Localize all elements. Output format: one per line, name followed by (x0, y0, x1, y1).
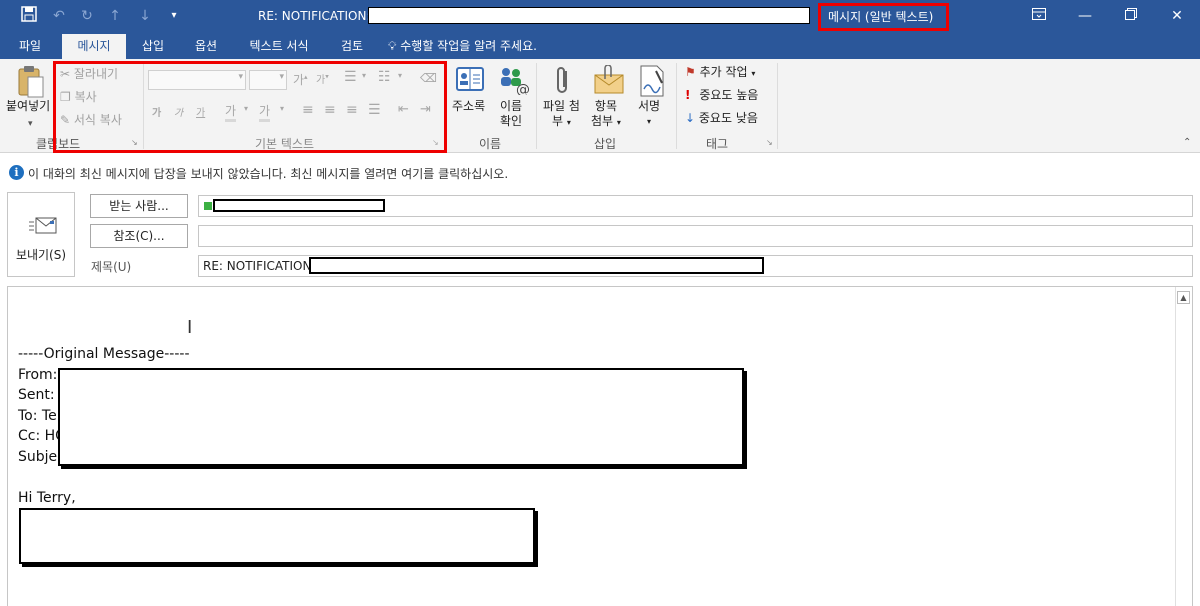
signature-line1: 서명 (638, 99, 661, 113)
minimize-icon[interactable]: — (1062, 2, 1108, 30)
tab-format-text[interactable]: 텍스트 서식 (234, 34, 324, 59)
paste-dropdown-icon[interactable]: ▾ (28, 117, 33, 132)
paperclip-icon[interactable] (553, 65, 573, 100)
attach-file-line1: 파일 첨 (543, 99, 580, 113)
customize-icon[interactable]: ▾ (163, 6, 185, 26)
exclamation-icon: ! (685, 88, 691, 102)
attach-item-icon[interactable] (593, 64, 625, 98)
vertical-scrollbar[interactable]: ▲ (1175, 287, 1192, 606)
address-book-icon[interactable] (455, 65, 485, 96)
message-format-label: 메시지 (일반 텍스트) (818, 3, 949, 31)
tell-me-label: 수행할 작업을 알려 주세요. (400, 39, 537, 53)
check-names-icon[interactable]: @ (497, 65, 530, 98)
attach-file-line2-text: 부 (552, 114, 564, 128)
body-line: Hi Terry, (18, 490, 76, 506)
ribbon-tabs: 파일 메시지 삽입 옵션 텍스트 서식 검토 💡︎ 수행할 작업을 알려 주세요… (0, 34, 1200, 59)
flag-icon: ⚑ (685, 65, 696, 79)
info-message[interactable]: 이 대화의 최신 메시지에 답장을 보내지 않았습니다. 최신 메시지를 열려면… (28, 165, 508, 182)
signature-label[interactable]: 서명 ▾ (638, 99, 660, 129)
attach-item-line1: 항목 (594, 99, 618, 113)
group-label-names: 이름 (479, 137, 502, 151)
group-label-include: 삽입 (594, 137, 617, 151)
redacted-headers (58, 368, 744, 466)
undo-icon[interactable]: ↶ (48, 6, 70, 26)
cc-button[interactable]: 참조(C)... (90, 224, 188, 248)
attach-file-label[interactable]: 파일 첨 부 ▾ (543, 99, 580, 130)
ribbon-display-icon[interactable] (1016, 2, 1062, 30)
check-names-line1: 이름 (500, 99, 523, 113)
scroll-up-icon[interactable]: ▲ (1177, 291, 1190, 304)
paste-label[interactable]: 붙여넣기 (6, 99, 50, 114)
attach-file-line2: 부 ▾ (543, 114, 580, 130)
high-importance-button[interactable]: ! 중요도 높음 (685, 88, 758, 103)
text-cursor-icon: I (187, 317, 193, 338)
info-bar[interactable]: i 이 대화의 최신 메시지에 답장을 보내지 않았습니다. 최신 메시지를 열… (0, 162, 1200, 184)
cc-field[interactable] (198, 225, 1193, 247)
to-button[interactable]: 받는 사람... (90, 194, 188, 218)
tell-me-box[interactable]: 💡︎ 수행할 작업을 알려 주세요. (388, 34, 568, 59)
follow-up-label: 추가 작업 (699, 65, 748, 79)
chevron-down-icon: ▾ (751, 69, 756, 78)
tab-file[interactable]: 파일 (0, 34, 60, 59)
separator (676, 63, 677, 149)
subject-value: RE: NOTIFICATION: (203, 259, 316, 273)
chevron-down-icon: ▾ (616, 118, 621, 127)
tab-review[interactable]: 검토 (326, 34, 378, 59)
attach-item-line2: 첨부 ▾ (591, 114, 621, 130)
group-label-tags: 태그 (706, 137, 729, 151)
info-icon: i (9, 165, 24, 180)
subject-label: 제목(U) (91, 260, 132, 274)
tab-options[interactable]: 옵션 (180, 34, 232, 59)
highlight-box (53, 61, 447, 153)
tab-insert[interactable]: 삽입 (128, 34, 178, 59)
redacted-title (368, 7, 810, 24)
separator (536, 63, 537, 149)
attach-item-line2-text: 첨부 (591, 114, 614, 128)
down-icon[interactable]: ↓ (134, 6, 156, 26)
restore-icon[interactable] (1108, 2, 1154, 30)
chevron-down-icon: ▾ (566, 118, 571, 127)
collapse-ribbon-icon[interactable]: ⌃ (1183, 137, 1191, 148)
envelope-icon (29, 217, 57, 238)
paste-icon[interactable] (16, 65, 46, 102)
body-line: From: (18, 367, 58, 383)
subject-field[interactable]: RE: NOTIFICATION: (198, 255, 1193, 277)
redacted-subject (309, 257, 764, 274)
follow-up-button[interactable]: ⚑ 추가 작업 ▾ (685, 65, 755, 81)
low-importance-label: 중요도 낮음 (698, 111, 758, 125)
arrow-down-icon: ↓ (685, 111, 696, 125)
save-icon[interactable] (18, 6, 40, 26)
redacted-recipient (213, 199, 385, 212)
up-icon[interactable]: ↑ (104, 6, 126, 26)
presence-icon (204, 202, 212, 210)
body-line: -----Original Message----- (18, 346, 190, 362)
to-field[interactable] (198, 195, 1193, 217)
high-importance-label: 중요도 높음 (699, 88, 759, 102)
signature-icon[interactable] (638, 65, 666, 100)
low-importance-button[interactable]: ↓ 중요도 낮음 (685, 111, 758, 126)
attach-item-label[interactable]: 항목 첨부 ▾ (591, 99, 621, 130)
check-names-line2: 확인 (500, 114, 523, 128)
send-label: 보내기(S) (15, 248, 67, 262)
window-title: RE: NOTIFICATION: (258, 9, 371, 23)
address-book-label[interactable]: 주소록 (452, 99, 485, 114)
tags-launcher-icon[interactable]: ↘ (766, 138, 773, 147)
body-line: To: Te (18, 408, 57, 424)
redacted-body (19, 508, 535, 564)
tab-message[interactable]: 메시지 (62, 34, 126, 59)
lightbulb-icon: 💡︎ (388, 39, 397, 53)
title-bar: ↶ ↻ ↑ ↓ ▾ RE: NOTIFICATION: 메시지 (일반 텍스트)… (0, 0, 1200, 34)
svg-text:@: @ (516, 82, 529, 95)
ribbon: 붙여넣기 ▾ ✂ 잘라내기 ❐ 복사 ✎ 서식 복사 클립보드 ↘ ▾ ▾ 가▴… (0, 59, 1200, 153)
close-icon[interactable]: ✕ (1154, 2, 1200, 30)
send-button[interactable]: 보내기(S) (7, 192, 75, 277)
check-names-label[interactable]: 이름 확인 (500, 99, 522, 129)
separator (777, 63, 778, 149)
redo-icon[interactable]: ↻ (76, 6, 98, 26)
message-body[interactable]: I -----Original Message----- From: Sent:… (7, 286, 1193, 606)
chevron-down-icon: ▾ (647, 117, 652, 126)
